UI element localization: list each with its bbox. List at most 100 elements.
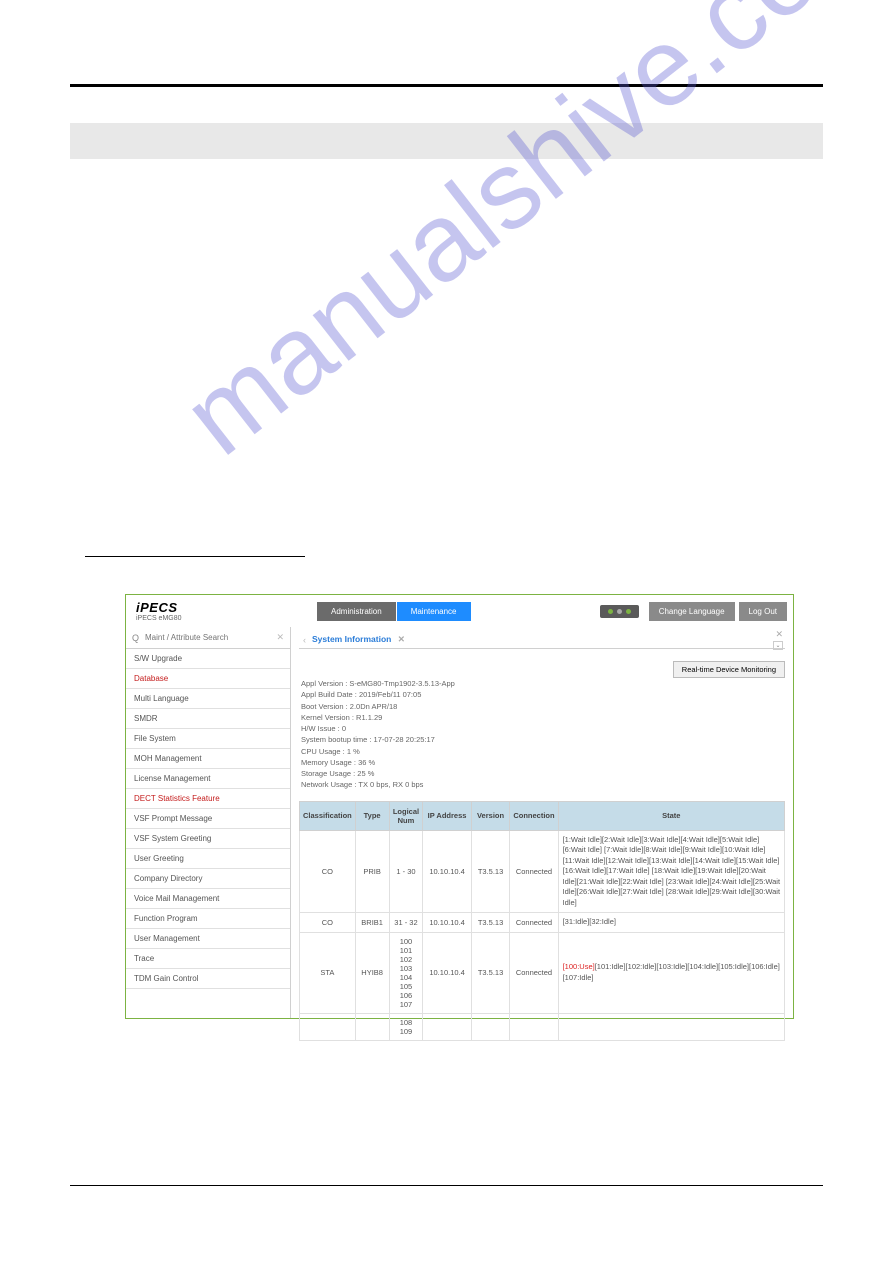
dot-icon xyxy=(617,609,622,614)
chevron-left-icon[interactable]: ‹ xyxy=(303,635,306,645)
close-tab-icon[interactable]: ✕ xyxy=(398,634,405,644)
sidebar-item[interactable]: MOH Management xyxy=(126,749,290,769)
sidebar-item[interactable]: User Management xyxy=(126,929,290,949)
column-header: State xyxy=(558,801,784,830)
table-row: 108 109 xyxy=(300,1013,785,1040)
search-input[interactable] xyxy=(143,631,272,644)
sidebar-item[interactable]: Company Directory xyxy=(126,869,290,889)
system-info-block: Appl Version : S-eMG80-Tmp1902-3.5.13-Ap… xyxy=(301,678,785,791)
column-header: Logical Num xyxy=(389,801,423,830)
sidebar-item[interactable]: File System xyxy=(126,729,290,749)
table-cell: Connected xyxy=(510,913,558,933)
table-cell: PRIB xyxy=(355,830,389,913)
close-icon[interactable]: ✕ xyxy=(775,629,783,640)
table-cell: CO xyxy=(300,913,356,933)
sidebar-item[interactable]: Function Program xyxy=(126,909,290,929)
table-cell: T3.5.13 xyxy=(471,830,510,913)
sidebar-item[interactable]: S/W Upgrade xyxy=(126,649,290,669)
state-cell: [1:Wait Idle][2:Wait Idle][3:Wait Idle][… xyxy=(558,830,784,913)
table-cell: T3.5.13 xyxy=(471,913,510,933)
info-cpu-usage: CPU Usage : 1 % xyxy=(301,746,785,757)
table-cell: Connected xyxy=(510,932,558,1013)
sidebar-item[interactable]: Database xyxy=(126,669,290,689)
info-kernel-version: Kernel Version : R1.1.29 xyxy=(301,712,785,723)
table-cell: T3.5.13 xyxy=(471,932,510,1013)
table-cell: HYIB8 xyxy=(355,932,389,1013)
sidebar-item[interactable]: TDM Gain Control xyxy=(126,969,290,989)
state-cell xyxy=(558,1013,784,1040)
clear-icon[interactable]: ✕ xyxy=(276,632,284,643)
info-boot-version: Boot Version : 2.0Dn APR/18 xyxy=(301,701,785,712)
table-cell: 100 101 102 103 104 105 106 107 xyxy=(389,932,423,1013)
page-top-rule xyxy=(70,84,823,87)
dot-icon xyxy=(608,609,613,614)
table-row: COPRIB1 - 3010.10.10.4T3.5.13Connected[1… xyxy=(300,830,785,913)
table-row: STAHYIB8100 101 102 103 104 105 106 1071… xyxy=(300,932,785,1013)
status-indicator xyxy=(600,605,639,618)
main-area: ‹ System Information ✕ ✕ ⌄ Real-time Dev… xyxy=(291,627,793,1018)
page-bottom-rule xyxy=(70,1185,823,1186)
column-header: Classification xyxy=(300,801,356,830)
realtime-monitoring-button[interactable]: Real-time Device Monitoring xyxy=(673,661,785,678)
table-cell: 1 - 30 xyxy=(389,830,423,913)
info-hw-issue: H/W Issue : 0 xyxy=(301,723,785,734)
sidebar-item[interactable]: License Management xyxy=(126,769,290,789)
table-cell: 31 - 32 xyxy=(389,913,423,933)
tab-system-information[interactable]: System Information ✕ xyxy=(312,634,417,645)
info-appl-version: Appl Version : S-eMG80-Tmp1902-3.5.13-Ap… xyxy=(301,678,785,689)
table-cell: CO xyxy=(300,830,356,913)
section-underline xyxy=(85,556,305,557)
tab-administration[interactable]: Administration xyxy=(317,602,396,621)
sidebar: Q ✕ S/W UpgradeDatabaseMulti LanguageSMD… xyxy=(126,627,291,1018)
table-cell: STA xyxy=(300,932,356,1013)
chevron-down-icon[interactable]: ⌄ xyxy=(773,641,783,650)
tab-label: System Information xyxy=(312,634,391,644)
sidebar-item[interactable]: SMDR xyxy=(126,709,290,729)
table-cell xyxy=(423,1013,471,1040)
device-table: ClassificationTypeLogical NumIP AddressV… xyxy=(299,801,785,1041)
table-cell: Connected xyxy=(510,830,558,913)
table-cell: BRIB1 xyxy=(355,913,389,933)
table-cell: 10.10.10.4 xyxy=(423,830,471,913)
logo-area: iPECS iPECS eMG80 xyxy=(132,600,317,622)
logo-text: iPECS xyxy=(136,600,317,615)
column-header: Version xyxy=(471,801,510,830)
info-network-usage: Network Usage : TX 0 bps, RX 0 bps xyxy=(301,779,785,790)
table-cell: 108 109 xyxy=(389,1013,423,1040)
table-cell: 10.10.10.4 xyxy=(423,932,471,1013)
search-icon: Q xyxy=(132,633,139,643)
watermark-text: manualshive.com xyxy=(160,0,893,480)
page-gray-bar xyxy=(70,123,823,159)
logout-button[interactable]: Log Out xyxy=(739,602,787,621)
search-row: Q ✕ xyxy=(126,627,290,649)
app-header: iPECS iPECS eMG80 Administration Mainten… xyxy=(126,595,793,627)
sidebar-item[interactable]: DECT Statistics Feature xyxy=(126,789,290,809)
sidebar-item[interactable]: User Greeting xyxy=(126,849,290,869)
table-row: COBRIB131 - 3210.10.10.4T3.5.13Connected… xyxy=(300,913,785,933)
table-cell: 10.10.10.4 xyxy=(423,913,471,933)
info-system-bootup: System bootup time : 17-07-28 20:25:17 xyxy=(301,734,785,745)
table-cell xyxy=(300,1013,356,1040)
logo-subtitle: iPECS eMG80 xyxy=(136,615,317,622)
content-tab-bar: ‹ System Information ✕ xyxy=(299,631,785,649)
info-storage-usage: Storage Usage : 25 % xyxy=(301,768,785,779)
app-frame: iPECS iPECS eMG80 Administration Mainten… xyxy=(125,594,794,1019)
column-header: Type xyxy=(355,801,389,830)
column-header: Connection xyxy=(510,801,558,830)
dot-icon xyxy=(626,609,631,614)
state-cell: [31:Idle][32:Idle] xyxy=(558,913,784,933)
sidebar-item[interactable]: VSF Prompt Message xyxy=(126,809,290,829)
sidebar-item[interactable]: VSF System Greeting xyxy=(126,829,290,849)
column-header: IP Address xyxy=(423,801,471,830)
table-cell xyxy=(510,1013,558,1040)
tab-maintenance[interactable]: Maintenance xyxy=(397,602,471,621)
state-cell: [100:Use][101:Idle][102:Idle][103:Idle][… xyxy=(558,932,784,1013)
sidebar-item[interactable]: Voice Mail Management xyxy=(126,889,290,909)
sidebar-item[interactable]: Trace xyxy=(126,949,290,969)
change-language-button[interactable]: Change Language xyxy=(649,602,735,621)
app-body: Q ✕ S/W UpgradeDatabaseMulti LanguageSMD… xyxy=(126,627,793,1018)
sidebar-item[interactable]: Multi Language xyxy=(126,689,290,709)
table-cell xyxy=(471,1013,510,1040)
table-cell xyxy=(355,1013,389,1040)
info-memory-usage: Memory Usage : 36 % xyxy=(301,757,785,768)
